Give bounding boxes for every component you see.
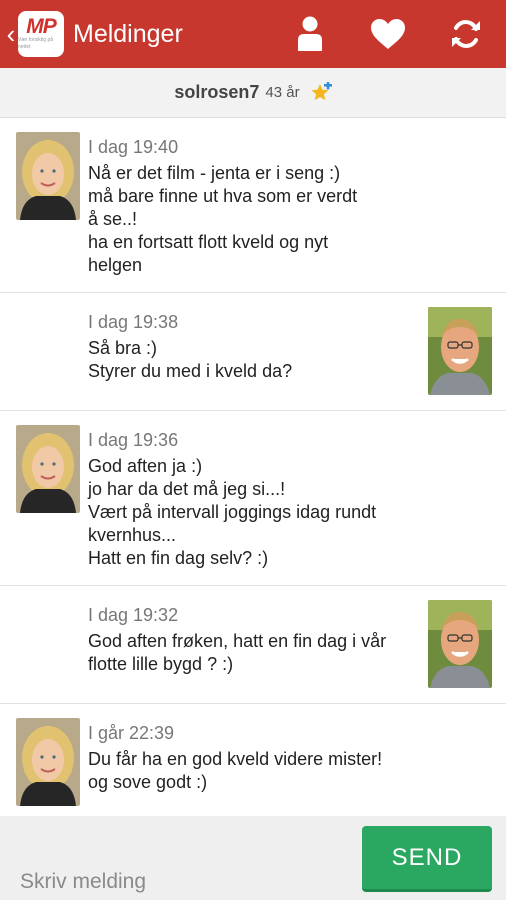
message-body: I dag 19:38 Så bra :) Styrer du med i kv… xyxy=(88,311,418,383)
app-bar: ‹ MP Vær forsiktig på nettet Meldinger xyxy=(0,0,506,68)
message-item[interactable]: I dag 19:40 Nå er det film - jenta er i … xyxy=(0,118,506,293)
person-icon[interactable] xyxy=(290,14,330,54)
conversation-partner-bar[interactable]: solrosen7 43 år xyxy=(0,68,506,118)
app-logo[interactable]: MP Vær forsiktig på nettet xyxy=(18,11,64,57)
logo-text: MP xyxy=(26,15,56,38)
message-text: Nå er det film - jenta er i seng :) må b… xyxy=(88,163,358,275)
partner-username[interactable]: solrosen7 xyxy=(174,82,259,103)
partner-age: 43 år xyxy=(265,84,300,101)
message-composer: SEND xyxy=(0,816,506,900)
message-list[interactable]: I dag 19:40 Nå er det film - jenta er i … xyxy=(0,118,506,816)
message-input[interactable] xyxy=(12,864,342,900)
partner-avatar[interactable] xyxy=(16,425,80,513)
my-avatar[interactable] xyxy=(428,307,492,395)
message-text: Så bra :) Styrer du med i kveld da? xyxy=(88,338,293,381)
heart-icon[interactable] xyxy=(368,14,408,54)
message-item[interactable]: I går 22:39 Du får ha en god kveld vider… xyxy=(0,704,506,816)
back-icon[interactable]: ‹ xyxy=(4,21,18,47)
logo-tagline: Vær forsiktig på nettet xyxy=(18,37,54,50)
message-item[interactable]: I dag 19:32 God aften frøken, hatt en fi… xyxy=(0,586,506,704)
refresh-icon[interactable] xyxy=(446,14,486,54)
message-text: God aften frøken, hatt en fin dag i vår … xyxy=(88,631,387,674)
message-text: God aften ja :) jo har da det må jeg si.… xyxy=(88,456,377,568)
message-item[interactable]: I dag 19:36 God aften ja :) jo har da de… xyxy=(0,411,506,586)
message-body: I går 22:39 Du får ha en god kveld vider… xyxy=(88,722,418,794)
message-item[interactable]: I dag 19:38 Så bra :) Styrer du med i kv… xyxy=(0,293,506,411)
header-actions xyxy=(290,0,506,68)
message-time: I dag 19:36 xyxy=(88,430,179,450)
message-time: I dag 19:32 xyxy=(88,605,179,625)
message-body: I dag 19:40 Nå er det film - jenta er i … xyxy=(88,136,418,277)
message-text: Du får ha en god kveld videre mister! og… xyxy=(88,749,383,792)
send-button[interactable]: SEND xyxy=(362,826,492,892)
my-avatar[interactable] xyxy=(428,600,492,688)
page-title: Meldinger xyxy=(73,19,183,48)
message-body: I dag 19:32 God aften frøken, hatt en fi… xyxy=(88,604,418,676)
partner-avatar[interactable] xyxy=(16,718,80,806)
message-time: I dag 19:38 xyxy=(88,312,179,332)
star-plus-icon xyxy=(310,81,332,104)
partner-avatar[interactable] xyxy=(16,132,80,220)
message-time: I går 22:39 xyxy=(88,723,175,743)
message-time: I dag 19:40 xyxy=(88,137,179,157)
message-body: I dag 19:36 God aften ja :) jo har da de… xyxy=(88,429,418,570)
